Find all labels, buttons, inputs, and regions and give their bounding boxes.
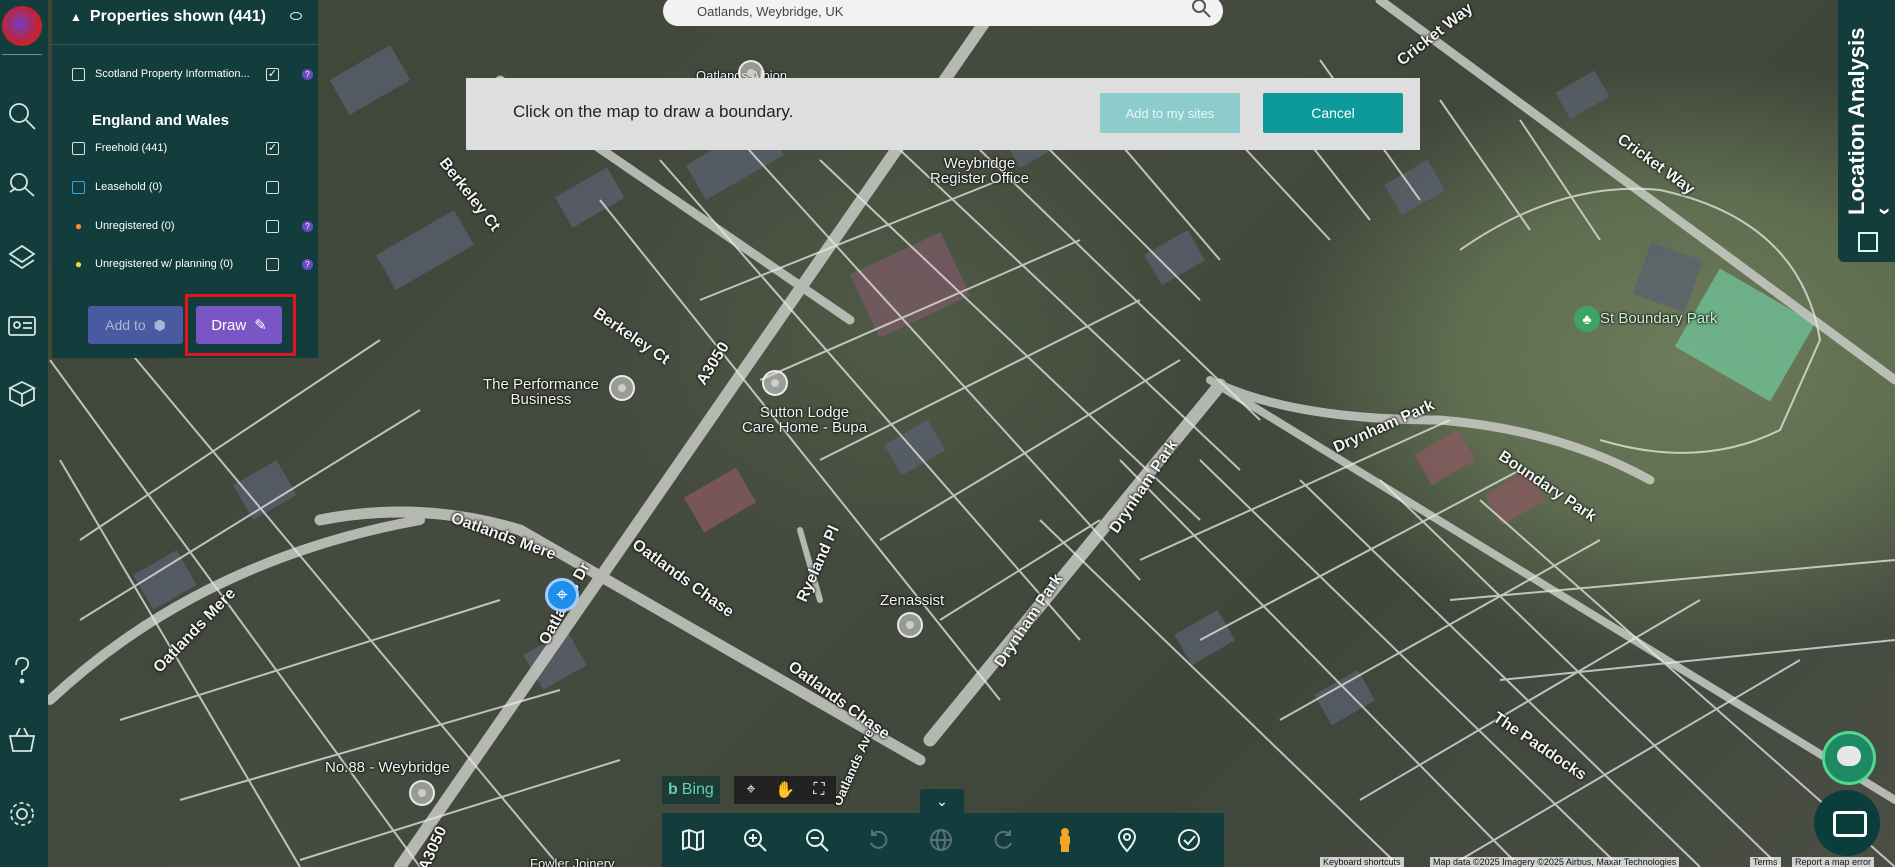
leasehold-visible-checkbox[interactable] bbox=[266, 180, 279, 194]
poi-no88-weybridge[interactable]: No.88 - Weybridge bbox=[325, 760, 450, 775]
scotland-visible-checkbox[interactable]: ✓ bbox=[266, 67, 279, 81]
undo-icon[interactable] bbox=[848, 813, 910, 867]
map-toolbar bbox=[662, 813, 1224, 867]
search-icon[interactable] bbox=[1191, 0, 1211, 18]
layer-row-leasehold: Leasehold (0) bbox=[72, 177, 302, 197]
property-search-icon[interactable] bbox=[4, 166, 40, 202]
draw-boundary-prompt: Click on the map to draw a boundary. Add… bbox=[466, 78, 1420, 150]
keyboard-shortcuts-link[interactable]: Keyboard shortcuts bbox=[1320, 857, 1404, 867]
stack-icon: ⬢ bbox=[153, 316, 166, 333]
poi-performance-business[interactable]: The Performance Business bbox=[483, 377, 599, 407]
highlight-annotation bbox=[185, 294, 296, 356]
unregistered-visible-checkbox[interactable] bbox=[266, 219, 279, 233]
divider bbox=[52, 44, 318, 45]
leasehold-checkbox[interactable] bbox=[72, 180, 85, 194]
chevron-down-icon[interactable]: ⌄ bbox=[920, 789, 964, 813]
map-type-icon[interactable] bbox=[662, 813, 724, 867]
help-icon[interactable]: ? bbox=[302, 220, 313, 232]
location-target-icon[interactable]: ⌖ bbox=[545, 578, 579, 612]
poi-pin-icon[interactable] bbox=[897, 612, 923, 638]
scotland-checkbox[interactable] bbox=[72, 67, 85, 81]
help-icon[interactable]: ? bbox=[302, 258, 313, 270]
crosshair-icon[interactable]: ⌖ bbox=[737, 781, 765, 799]
redo-icon[interactable] bbox=[972, 813, 1034, 867]
app-logo[interactable] bbox=[2, 6, 42, 55]
properties-shown-title: Properties shown (441) bbox=[89, 8, 266, 25]
freehold-checkbox[interactable] bbox=[72, 141, 85, 155]
park-pin-icon[interactable]: ♣ bbox=[1574, 306, 1600, 332]
search-icon[interactable] bbox=[4, 98, 40, 134]
poi-weybridge-register-office[interactable]: Weybridge Register Office bbox=[930, 156, 1029, 186]
layers-icon[interactable] bbox=[4, 238, 40, 274]
add-to-my-sites-button[interactable]: Add to my sites bbox=[1100, 93, 1240, 133]
yellow-pin-icon: ● bbox=[74, 257, 83, 271]
prompt-message: Click on the map to draw a boundary. bbox=[513, 102, 794, 121]
zoom-out-icon[interactable] bbox=[786, 813, 848, 867]
help-icon[interactable]: ? bbox=[302, 68, 313, 80]
report-map-error-link[interactable]: Report a map error bbox=[1792, 857, 1875, 867]
panel-header[interactable]: ▲ Properties shown (441) bbox=[70, 8, 266, 26]
unregistered-planning-visible-checkbox[interactable] bbox=[266, 257, 279, 271]
map-mode-tools: ⌖ ✋ ⛶ bbox=[734, 776, 836, 804]
location-analysis-tab[interactable]: Location Analysis ‹ bbox=[1838, 0, 1895, 262]
bing-toggle[interactable]: b Bing bbox=[662, 776, 720, 804]
map-pin-icon[interactable] bbox=[1096, 813, 1158, 867]
bing-logo-icon: b bbox=[668, 781, 678, 798]
map-book-icon[interactable] bbox=[4, 376, 40, 412]
poi-pin-icon[interactable] bbox=[762, 370, 788, 396]
help-icon[interactable] bbox=[4, 652, 40, 688]
verified-location-icon[interactable] bbox=[1158, 813, 1220, 867]
search-value: Oatlands, Weybridge, UK bbox=[697, 3, 844, 19]
poi-pin-icon[interactable] bbox=[409, 780, 435, 806]
settings-gear-icon[interactable] bbox=[4, 796, 40, 832]
poi-fowler-joinery[interactable]: Fowler Joinery bbox=[530, 856, 615, 867]
layer-row-freehold: Freehold (441) ✓ bbox=[72, 138, 302, 158]
orange-pin-icon: ● bbox=[74, 219, 83, 233]
map-data-attribution: Map data ©2025 Imagery ©2025 Airbus, Max… bbox=[1430, 857, 1680, 867]
layer-row-scotland: Scotland Property Information... ✓ ? bbox=[72, 64, 313, 84]
poi-sutton-lodge[interactable]: Sutton Lodge Care Home - Bupa bbox=[742, 405, 867, 435]
analysis-icon[interactable] bbox=[1858, 232, 1878, 252]
layer-row-unregistered-planning: ● Unregistered w/ planning (0) ? bbox=[72, 254, 313, 274]
section-title: England and Wales bbox=[92, 112, 229, 129]
assistant-bot-icon[interactable] bbox=[1822, 731, 1876, 785]
zoom-in-icon[interactable] bbox=[724, 813, 786, 867]
terms-link[interactable]: Terms bbox=[1750, 857, 1781, 867]
chat-icon[interactable] bbox=[1814, 790, 1880, 856]
globe-icon[interactable] bbox=[910, 813, 972, 867]
location-analysis-title: Location Analysis ‹ bbox=[1844, 27, 1895, 215]
poi-zenassist[interactable]: Zenassist bbox=[880, 593, 944, 608]
hand-pan-icon[interactable]: ✋ bbox=[771, 780, 799, 800]
add-to-button[interactable]: Add to ⬢ bbox=[88, 306, 183, 344]
chevron-up-icon[interactable]: ▲ bbox=[70, 10, 82, 24]
cancel-button[interactable]: Cancel bbox=[1263, 93, 1403, 133]
bing-label: Bing bbox=[681, 781, 714, 798]
street-view-person-icon[interactable] bbox=[1034, 813, 1096, 867]
layer-row-unregistered: ● Unregistered (0) ? bbox=[72, 216, 313, 236]
add-to-label: Add to bbox=[105, 317, 146, 333]
visibility-eye-icon[interactable] bbox=[290, 12, 302, 20]
id-card-icon[interactable] bbox=[4, 308, 40, 344]
basket-icon[interactable] bbox=[4, 722, 40, 758]
select-area-icon[interactable]: ⛶ bbox=[805, 781, 833, 799]
poi-pin-icon[interactable] bbox=[609, 375, 635, 401]
poi-st-boundary-park[interactable]: St Boundary Park bbox=[1600, 311, 1718, 326]
left-nav-rail bbox=[0, 0, 48, 867]
freehold-visible-checkbox[interactable]: ✓ bbox=[266, 141, 279, 155]
location-search-input[interactable]: Oatlands, Weybridge, UK bbox=[663, 0, 1223, 26]
